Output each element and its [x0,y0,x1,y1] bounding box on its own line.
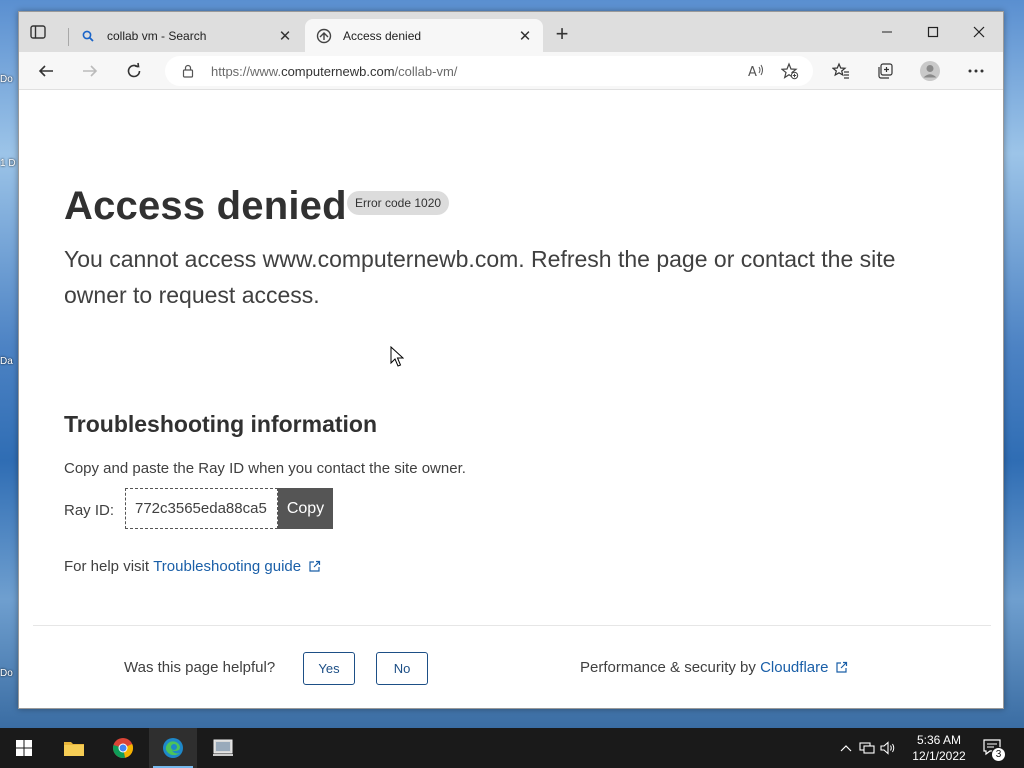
copy-instruction: Copy and paste the Ray ID when you conta… [64,460,466,477]
tab-access-denied[interactable]: Access denied ✕ [305,19,543,52]
yes-button[interactable]: Yes [303,652,355,685]
show-hidden-icons-icon[interactable] [838,744,854,752]
desktop-icon-label: Da [0,356,13,367]
tab-search[interactable]: collab vm - Search ✕ [69,19,303,52]
network-icon[interactable] [856,741,878,755]
close-tab-icon[interactable]: ✕ [517,28,533,45]
url-domain: computernewb.com [281,63,395,79]
url-path: /collab-vm/ [394,63,458,79]
external-link-icon [308,560,321,573]
ray-id-label: Ray ID: [64,502,115,519]
svg-text:A: A [748,65,757,79]
cloudflare-favicon [315,27,333,45]
tab-title: collab vm - Search [107,28,207,43]
clock-date: 12/1/2022 [912,749,966,763]
maximize-button[interactable] [910,20,956,44]
refresh-button[interactable] [121,59,147,83]
close-tab-icon[interactable]: ✕ [277,28,293,45]
troubleshooting-heading: Troubleshooting information [64,411,378,437]
desktop-icon-label: Do [0,74,13,85]
volume-icon[interactable] [878,741,898,755]
url-text: https://www.computernewb.com/collab-vm/ [211,64,457,79]
forward-button[interactable] [77,59,103,83]
error-code-badge: Error code 1020 [347,191,450,215]
system-tray [838,728,898,768]
file-explorer-icon[interactable] [50,728,98,768]
favorites-icon[interactable] [828,59,854,83]
no-button[interactable]: No [376,652,428,685]
desktop-icon-label: Do [0,668,13,679]
cloudflare-link[interactable]: Cloudflare [760,659,828,676]
lock-icon[interactable] [181,63,195,79]
tab-actions-icon[interactable] [29,23,47,41]
close-window-button[interactable] [956,20,1002,44]
perf-prefix: Performance & security by [580,659,761,676]
taskbar: 5:36 AM 12/1/2022 3 [0,728,1024,768]
more-options-icon[interactable] [963,59,989,83]
notification-count-badge: 3 [991,747,1006,762]
footer-divider [33,625,991,626]
add-favorite-icon[interactable] [777,59,803,83]
clock-time: 5:36 AM [916,733,962,747]
page-title: Access denied [64,184,347,228]
profile-avatar[interactable] [917,59,943,83]
search-icon [79,27,97,45]
page-content: Access denied Error code 1020 You cannot… [19,91,1003,708]
browser-window: collab vm - Search ✕ Access denied ✕ + h… [18,11,1004,709]
collections-icon[interactable] [872,59,898,83]
helpful-question: Was this page helpful? [124,659,276,676]
url-prefix: https://www. [211,63,282,79]
remote-desktop-icon[interactable] [199,728,247,768]
chrome-icon[interactable] [99,728,147,768]
taskbar-clock[interactable]: 5:36 AM 12/1/2022 [900,732,978,764]
minimize-button[interactable] [864,20,910,44]
back-button[interactable] [33,59,59,83]
copy-button[interactable]: Copy [278,488,333,529]
address-bar[interactable]: https://www.computernewb.com/collab-vm/ … [165,56,813,86]
ray-id-value[interactable]: 772c3565eda88ca5 [125,488,278,529]
access-message: You cannot access www.computernewb.com. … [64,246,896,308]
new-tab-button[interactable]: + [552,21,572,46]
performance-credit: Performance & security by Cloudflare [580,659,848,676]
help-line: For help visit Troubleshooting guide [64,558,321,575]
start-button[interactable] [0,728,48,768]
external-link-icon [835,661,848,674]
browser-toolbar: https://www.computernewb.com/collab-vm/ … [19,52,1003,90]
tab-title: Access denied [343,28,422,43]
read-aloud-icon[interactable]: A [743,59,769,83]
desktop-icon-label: 1 D [0,158,16,169]
edge-icon[interactable] [149,728,197,768]
mouse-cursor-icon [390,345,405,368]
troubleshooting-guide-link[interactable]: Troubleshooting guide [153,558,301,575]
help-prefix: For help visit [64,558,154,575]
tab-strip: collab vm - Search ✕ Access denied ✕ + [19,12,1003,52]
